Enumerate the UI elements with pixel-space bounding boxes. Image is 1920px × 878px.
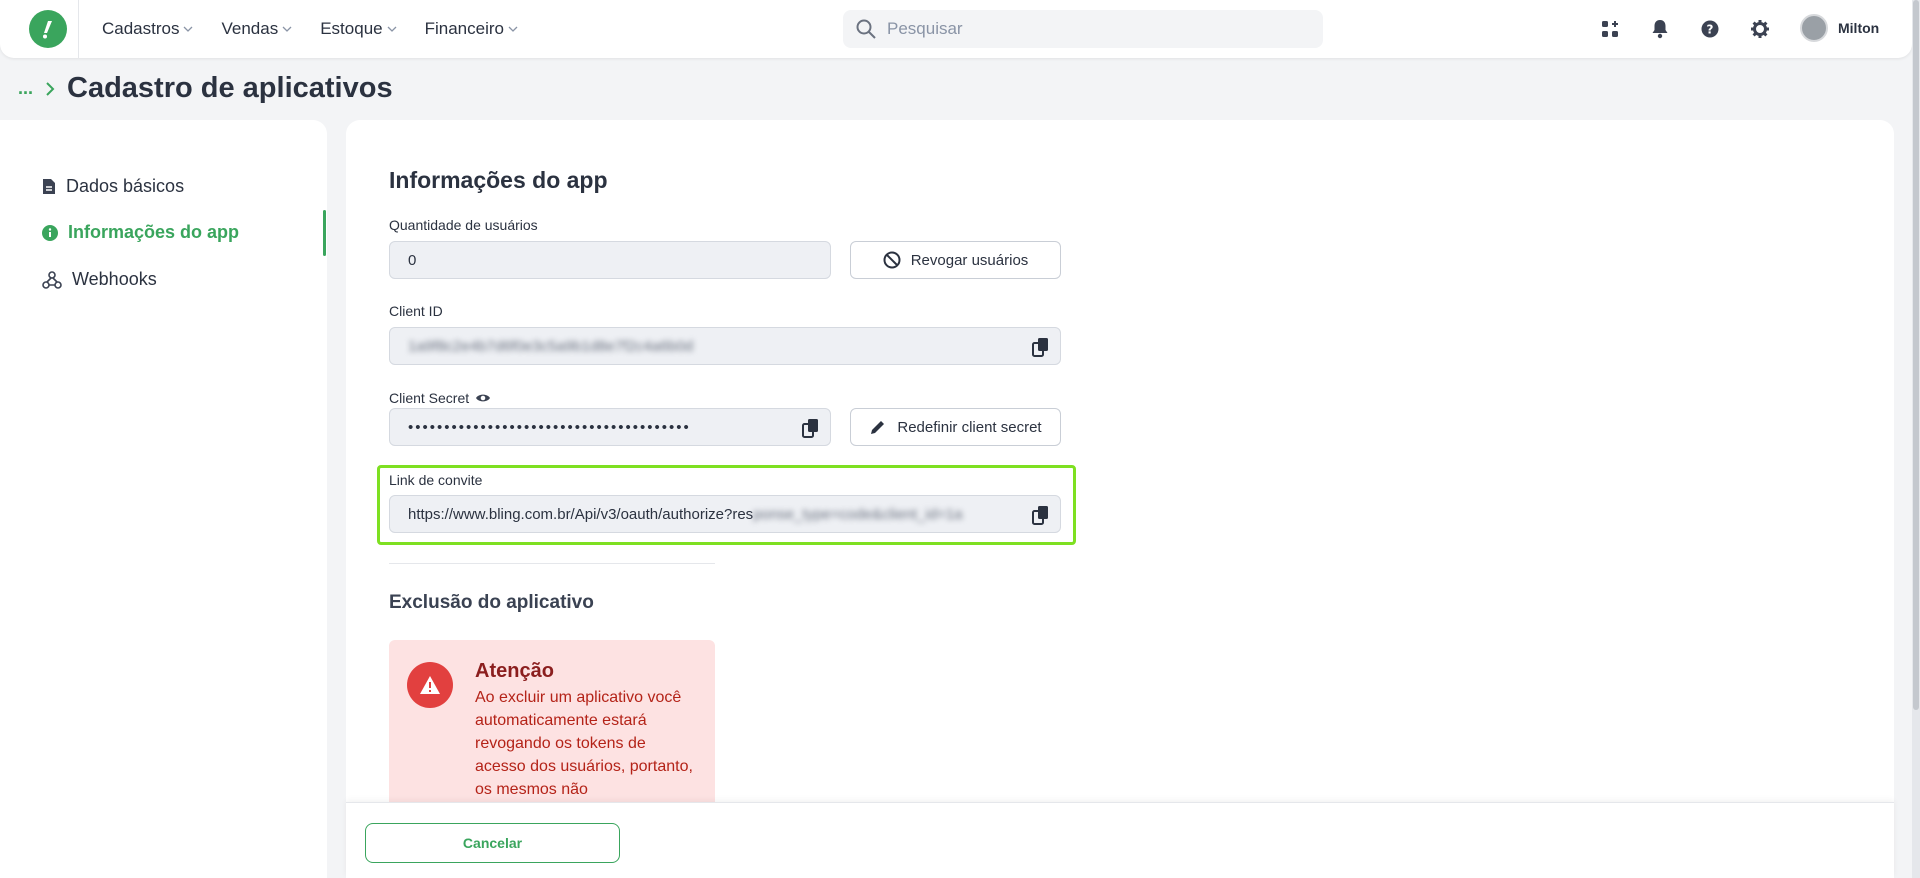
chevron-down-icon bbox=[387, 26, 397, 32]
search-icon bbox=[856, 19, 876, 39]
search-bar bbox=[843, 10, 1323, 48]
sidebar-item-label: Dados básicos bbox=[66, 176, 185, 196]
invite-link-field: https://www.bling.com.br/Api/v3/oauth/au… bbox=[389, 495, 1061, 533]
client-id-field: 1a9f8c2e4b7d6f0e3c5a9b1d8e7f2c4a6b0d bbox=[389, 327, 1061, 365]
sidebar-item-label: Webhooks bbox=[72, 269, 157, 289]
search-input[interactable] bbox=[887, 19, 1287, 39]
page-title: Cadastro de aplicativos bbox=[67, 72, 393, 104]
top-navbar: Cadastros Vendas Estoque Financeiro ? bbox=[0, 0, 1912, 58]
client-secret-label: Client Secret bbox=[389, 390, 491, 406]
client-secret-value: ••••••••••••••••••••••••••••••••••••••• bbox=[408, 418, 691, 436]
gear-icon[interactable] bbox=[1750, 19, 1770, 39]
section-divider bbox=[389, 563, 715, 564]
nav-item-vendas[interactable]: Vendas bbox=[221, 19, 292, 39]
nav-item-cadastros[interactable]: Cadastros bbox=[102, 19, 193, 39]
eye-icon[interactable] bbox=[475, 392, 491, 404]
revoke-users-button[interactable]: Revogar usuários bbox=[850, 241, 1061, 279]
copy-icon[interactable] bbox=[802, 418, 820, 438]
nav-item-label: Cadastros bbox=[102, 19, 180, 38]
section-title: Informações do app bbox=[389, 167, 608, 193]
invite-link-label: Link de convite bbox=[389, 472, 483, 488]
main-nav: Cadastros Vendas Estoque Financeiro bbox=[102, 0, 518, 58]
apps-icon[interactable] bbox=[1600, 19, 1620, 39]
nav-item-label: Vendas bbox=[221, 19, 279, 38]
invite-link-blurred: ponse_type=code&client_id=1a9f8c2e4b7d6f… bbox=[753, 505, 963, 523]
logo-divider bbox=[78, 0, 79, 58]
bling-logo-icon[interactable] bbox=[29, 10, 67, 48]
revoke-users-label: Revogar usuários bbox=[910, 251, 1029, 269]
breadcrumb: ... Cadastro de aplicativos bbox=[18, 72, 393, 105]
webhook-icon bbox=[42, 270, 62, 289]
sidebar-item-label: Informações do app bbox=[68, 222, 240, 242]
user-menu[interactable]: Milton bbox=[1800, 14, 1879, 42]
invite-link-value: https://www.bling.com.br/Api/v3/oauth/au… bbox=[408, 505, 754, 523]
user-name: Milton bbox=[1838, 20, 1880, 36]
svg-text:?: ? bbox=[1707, 23, 1714, 37]
breadcrumb-ellipsis[interactable]: ... bbox=[18, 78, 33, 99]
avatar bbox=[1800, 14, 1828, 42]
nav-item-estoque[interactable]: Estoque bbox=[320, 19, 397, 39]
alert-text: Ao excluir um aplicativo você automatica… bbox=[475, 689, 693, 798]
sidebar-item-webhooks[interactable]: Webhooks bbox=[42, 269, 157, 290]
copy-icon[interactable] bbox=[1032, 337, 1050, 357]
redefine-client-secret-label: Redefinir client secret bbox=[897, 418, 1042, 436]
top-icons: ? bbox=[1600, 0, 1770, 58]
sidebar-active-indicator bbox=[323, 210, 326, 256]
footer-bar: Cancelar bbox=[346, 802, 1894, 878]
nav-item-label: Estoque bbox=[320, 19, 383, 38]
redefine-client-secret-button[interactable]: Redefinir client secret bbox=[850, 408, 1061, 446]
client-secret-label-text: Client Secret bbox=[389, 390, 470, 406]
warning-alert: Atenção Ao excluir um aplicativo você au… bbox=[389, 640, 715, 820]
scrollbar-thumb[interactable] bbox=[1913, 0, 1919, 710]
document-icon bbox=[43, 179, 55, 194]
warning-icon bbox=[407, 662, 453, 708]
ban-icon bbox=[883, 251, 901, 269]
pencil-icon bbox=[871, 421, 885, 434]
sidebar-item-informacoes-do-app[interactable]: Informações do app bbox=[42, 222, 239, 243]
users-quantity-field: 0 bbox=[389, 241, 831, 279]
info-icon bbox=[42, 224, 58, 241]
sidebar-item-dados-basicos[interactable]: Dados básicos bbox=[42, 176, 184, 197]
users-quantity-label: Quantidade de usuários bbox=[389, 217, 538, 233]
chevron-down-icon bbox=[508, 26, 518, 32]
copy-icon[interactable] bbox=[1032, 505, 1050, 525]
nav-item-label: Financeiro bbox=[424, 19, 504, 38]
chevron-down-icon bbox=[282, 26, 292, 32]
chevron-right-icon bbox=[46, 81, 55, 96]
client-id-label: Client ID bbox=[389, 303, 443, 319]
chevron-down-icon bbox=[184, 26, 193, 32]
deletion-title: Exclusão do aplicativo bbox=[389, 592, 594, 613]
client-id-value: 1a9f8c2e4b7d6f0e3c5a9b1d8e7f2c4a6b0d bbox=[408, 337, 694, 355]
client-secret-field: ••••••••••••••••••••••••••••••••••••••• bbox=[389, 408, 831, 446]
bell-icon[interactable] bbox=[1650, 19, 1670, 39]
cancel-button[interactable]: Cancelar bbox=[365, 823, 620, 863]
nav-item-financeiro[interactable]: Financeiro bbox=[425, 19, 518, 39]
help-icon[interactable]: ? bbox=[1700, 19, 1720, 39]
users-quantity-value: 0 bbox=[408, 251, 417, 269]
alert-title: Atenção bbox=[475, 660, 554, 682]
